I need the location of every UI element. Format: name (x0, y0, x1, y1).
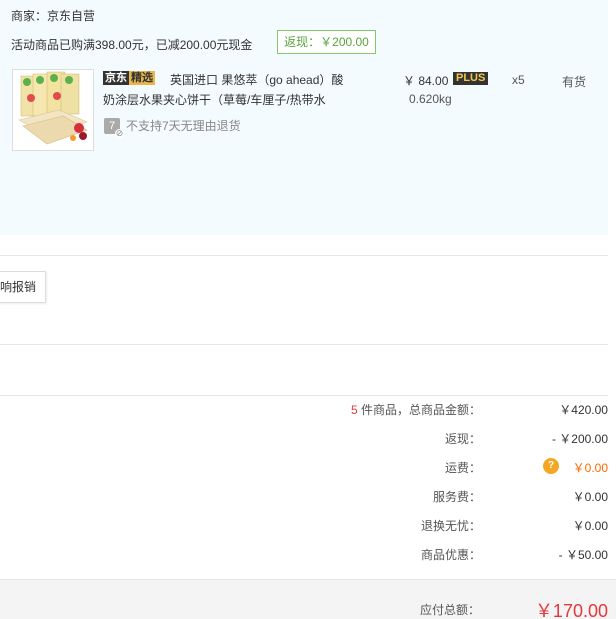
return-worry-free-label: 退换无忧： (420, 519, 481, 533)
order-item-panel: 商家：京东自营 活动商品已购满398.00元，已减200.00元现金 返现：￥2… (0, 0, 608, 235)
freight-row: 运费： ? ￥0.00 (8, 458, 608, 479)
no-return-notice: 7 不支持7天无理由退货 (104, 117, 241, 138)
product-thumbnail[interactable] (12, 69, 94, 151)
divider (0, 395, 608, 396)
product-title-line2[interactable]: 奶涂层水果夹心饼干（草莓/车厘子/热带水 (103, 91, 326, 108)
return-worry-free-row: 退换无忧： ￥0.00 (8, 517, 608, 537)
product-title-line1[interactable]: 英国进口 果悠萃（go ahead）酸 (170, 71, 343, 88)
product-quantity: x5 (512, 73, 525, 87)
goods-label-text: 件商品，总商品金额： (357, 403, 481, 417)
payable-value: ￥170.00 (534, 601, 608, 619)
goods-total-row: 5 件商品，总商品金额： ￥420.00 (8, 401, 608, 421)
rebate-label: 返现： (444, 432, 481, 446)
discount-label: 商品优惠： (420, 548, 481, 562)
invoice-button[interactable]: 响报销 (0, 271, 46, 303)
payable-label: 应付总额： (419, 603, 480, 617)
payable-total-bar: 应付总额： ￥170.00 (0, 579, 616, 619)
no-return-text: 不支持7天无理由退货 (126, 119, 241, 133)
freight-value: ￥0.00 (572, 461, 608, 475)
discount-row: 商品优惠： - ￥50.00 (8, 546, 608, 566)
return-worry-free-value: ￥0.00 (572, 519, 608, 533)
service-fee-row: 服务费： ￥0.00 (8, 488, 608, 508)
goods-count: 5 (350, 403, 358, 417)
stock-status: 有货 (562, 75, 587, 89)
divider (0, 344, 608, 345)
badge-selected-label: 精选 (129, 71, 155, 85)
divider (0, 255, 608, 256)
goods-total-label: 5 件商品，总商品金额： (351, 401, 481, 418)
product-image (13, 70, 93, 150)
promo-text: 活动商品已购满398.00元，已减200.00元现金 (11, 38, 253, 52)
service-fee-value: ￥0.00 (572, 490, 608, 504)
rebate-value: - ￥200.00 (551, 432, 608, 446)
product-price: ￥ 84.00 (403, 74, 449, 88)
product-weight: 0.620kg (409, 92, 452, 106)
plus-badge: PLUS (453, 72, 489, 85)
seller-label: 商家：京东自营 (11, 9, 96, 23)
help-question-icon[interactable]: ? (543, 458, 559, 474)
badge-jd-label: 京东 (103, 71, 129, 85)
no-return-icon: 7 (104, 117, 124, 138)
discount-value: - ￥50.00 (558, 548, 608, 562)
rebate-tag: 返现：￥200.00 (277, 30, 376, 54)
rebate-row: 返现： - ￥200.00 (8, 430, 608, 450)
service-fee-label: 服务费： (432, 490, 481, 504)
goods-total-value: ￥420.00 (559, 403, 608, 417)
jd-selected-badge: 京东 精选 (103, 71, 155, 85)
freight-label: 运费： (444, 461, 481, 475)
